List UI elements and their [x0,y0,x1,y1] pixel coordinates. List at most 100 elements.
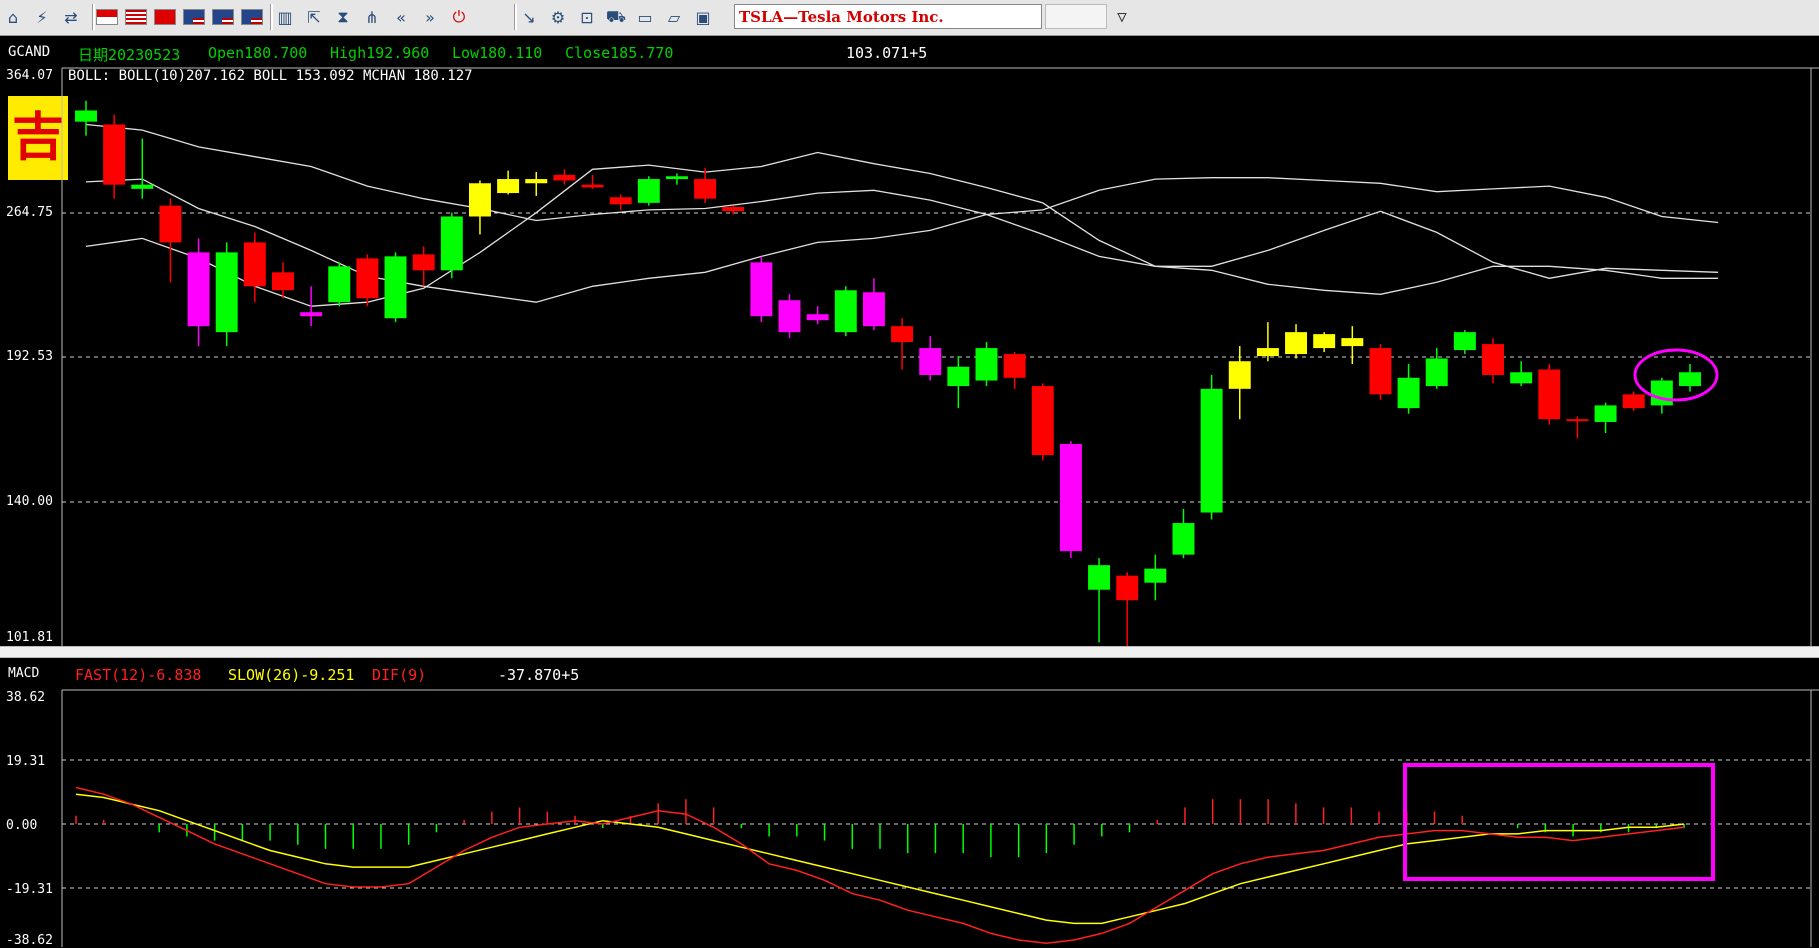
candle-body [609,197,632,205]
network-icon[interactable]: ⋔ [359,4,385,30]
signal-icon[interactable]: ⚡ [29,4,55,30]
highlight-ellipse [1633,348,1719,402]
folder-icon[interactable]: ▭ [632,4,658,30]
fast-line [75,786,1685,945]
gear-icon[interactable]: ⚙ [545,4,571,30]
flag-icon[interactable] [212,9,234,25]
toolbar-group-tools: ▥ ⇱ ⧗ ⋔ « » ⏻ [272,3,475,31]
cart-icon[interactable]: ⛟ [603,4,629,30]
candle-body [1482,344,1504,376]
candle-body [1510,372,1533,384]
power-icon[interactable]: ⏻ [446,4,472,30]
candle-body [243,242,266,287]
candle-body [1453,332,1476,351]
monitor-icon[interactable]: ▣ [690,4,716,30]
candle-body [384,256,407,319]
flag-icon[interactable] [241,9,263,25]
candle-body [553,174,576,181]
slow-line [75,793,1685,925]
candle-body [131,184,154,189]
boll-lower-line [85,123,1719,279]
toolbar-group-files: ↘ ⚙ ⊡ ⛟ ▭ ▱ ▣ [516,3,719,31]
candle-body [1622,394,1645,409]
candle-body [1144,568,1167,583]
candle-body [834,290,857,333]
macd-chart-panel[interactable]: MACD FAST(12)-6.838 SLOW(26)-9.251 DIF(9… [0,658,1819,948]
candle-body [750,262,773,317]
candle-body [159,205,182,243]
candle-body [272,272,294,291]
open-folder-icon[interactable]: ▱ [661,4,687,30]
toolbar-group-nav: ⌂ ⚡ ⇄ [0,3,87,31]
flag-icon[interactable] [125,9,147,25]
candle-body [215,252,238,333]
symbol-text: TSLA—Tesla Motors Inc. [739,8,944,26]
candle-body [356,258,379,299]
candle-body [891,326,914,343]
candle-body [1256,348,1279,357]
candle-body [919,348,942,376]
candle-body [412,254,435,271]
candle-body [187,252,210,327]
candle-body [1538,369,1561,420]
candle-body [1369,348,1392,395]
candle-body [468,183,491,217]
bar-chart-icon[interactable]: ▥ [272,4,298,30]
period-select[interactable] [1045,4,1107,29]
candle-body [1172,523,1195,555]
candle-body [1425,358,1448,387]
candle-body [1031,386,1054,456]
symbol-input[interactable]: TSLA—Tesla Motors Inc. [734,4,1042,29]
macd-chart-svg [61,689,1819,947]
candle-body [1594,405,1617,422]
panel-divider[interactable] [0,646,1819,658]
swap-icon[interactable]: ⇄ [58,4,84,30]
hourglass-icon[interactable]: ⧗ [330,4,356,30]
flag-icon[interactable] [154,9,176,25]
fast-forward-icon[interactable]: » [417,4,443,30]
candle-body [975,348,998,381]
candle-body [1200,388,1223,513]
candle-body [637,179,660,203]
candle-body [1059,444,1082,552]
chart-tool-icon[interactable]: ↘ [516,4,542,30]
candle-body [1397,377,1420,409]
flag-icon[interactable] [96,9,118,25]
candle-body [1285,332,1308,355]
candle-body [1679,372,1701,387]
flag-icon[interactable] [183,9,205,25]
candle-body [328,266,351,303]
price-chart-panel[interactable]: GCAND 日期20230523 Open180.700 High192.960… [0,36,1819,646]
candle-body [1566,419,1589,422]
candle-body [862,292,885,327]
candle-body [1313,334,1336,349]
candle-body [497,179,520,194]
candle-body [1228,361,1251,389]
candle-body [103,124,126,185]
toolbar-group-flags [96,3,270,31]
candle-body [806,314,829,321]
candle-body [1003,354,1026,378]
candle-body [75,110,97,122]
home-icon[interactable]: ⌂ [0,4,26,30]
candle-body [947,366,970,387]
candle-body [778,300,801,333]
candle-body [300,312,323,317]
candle-body [525,179,548,184]
price-chart-svg [61,67,1819,646]
toolbar-separator [92,4,95,30]
candle-body [665,176,688,180]
candle-body [722,207,745,212]
candle-body [1088,565,1111,590]
toolbar: ⌂ ⚡ ⇄ ▥ ⇱ ⧗ ⋔ « » ⏻ ↘ ⚙ ⊡ ⛟ ▭ ▱ ▣ TSLA—T… [0,0,1819,36]
highlight-rectangle [1403,763,1715,881]
rewind-icon[interactable]: « [388,4,414,30]
candle-body [581,184,604,188]
chevron-down-icon[interactable]: ▽ [1109,4,1135,29]
candle-body [1650,380,1673,406]
candle-body [440,216,463,271]
zoom-icon[interactable]: ⊡ [574,4,600,30]
candle-body [1116,575,1139,601]
candle-body [694,179,717,199]
export-icon[interactable]: ⇱ [301,4,327,30]
